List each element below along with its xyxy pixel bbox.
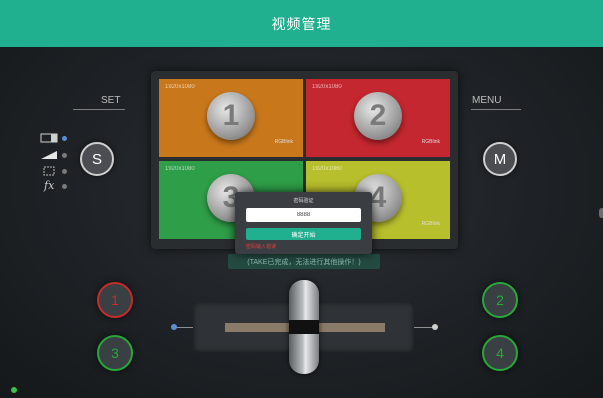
rgblink-logo: RGBlink bbox=[421, 221, 440, 227]
fader-right-connector bbox=[414, 327, 434, 328]
rgblink-logo: RGBlink bbox=[421, 139, 440, 145]
fader-left-connector bbox=[176, 327, 194, 328]
set-button[interactable]: S bbox=[80, 142, 114, 176]
password-dialog: 密码验证 确定开始 密码输入错误 bbox=[235, 192, 372, 254]
set-label: SET bbox=[101, 95, 121, 106]
quadrant-number-badge: 1 bbox=[207, 92, 255, 140]
fx-status-dot bbox=[62, 184, 67, 189]
input-3-button[interactable]: 3 bbox=[97, 335, 133, 371]
quadrant-resolution: 1920x1080 bbox=[312, 84, 342, 90]
menu-divider bbox=[471, 109, 521, 110]
fx-icon[interactable]: fx bbox=[44, 179, 54, 192]
edge-scroll-handle[interactable] bbox=[599, 208, 603, 218]
set-icon-column: fx bbox=[40, 133, 70, 193]
confirm-start-button[interactable]: 确定开始 bbox=[246, 228, 361, 240]
layout-status-dot bbox=[62, 136, 67, 141]
connection-status-dot bbox=[11, 387, 17, 393]
app-header: 视频管理 bbox=[0, 0, 603, 47]
crop-status-dot bbox=[62, 169, 67, 174]
input-4-button[interactable]: 4 bbox=[482, 335, 518, 371]
quadrant-resolution: 1920x1080 bbox=[165, 84, 195, 90]
rgblink-logo: RGBlink bbox=[274, 139, 293, 145]
take-complete-notice: (TAKE已完成，无法进行其他操作！) bbox=[228, 254, 380, 269]
quadrant-resolution: 1920x1080 bbox=[312, 166, 342, 172]
layout-icon[interactable] bbox=[40, 133, 58, 143]
password-error-text: 密码输入错误 bbox=[246, 244, 277, 250]
quadrant-number-badge: 2 bbox=[354, 92, 402, 140]
dialog-title: 密码验证 bbox=[293, 198, 314, 204]
menu-button-label: M bbox=[493, 150, 507, 168]
set-button-label: S bbox=[91, 150, 102, 168]
volume-ramp-icon[interactable] bbox=[40, 150, 58, 160]
menu-button[interactable]: M bbox=[483, 142, 517, 176]
quadrant-resolution: 1920x1080 bbox=[165, 166, 195, 172]
volume-status-dot bbox=[62, 153, 67, 158]
fader-left-node bbox=[171, 324, 177, 330]
crop-icon[interactable] bbox=[42, 165, 56, 177]
set-divider bbox=[73, 109, 125, 110]
quadrant-2[interactable]: 1920x1080 2 RGBlink bbox=[306, 79, 450, 157]
input-2-button[interactable]: 2 bbox=[482, 282, 518, 318]
page-title: 视频管理 bbox=[271, 15, 332, 32]
menu-label: MENU bbox=[472, 95, 502, 106]
quadrant-1[interactable]: 1920x1080 1 RGBlink bbox=[159, 79, 303, 157]
fader-right-node bbox=[432, 324, 438, 330]
t-bar-grip[interactable] bbox=[289, 320, 319, 334]
password-input[interactable] bbox=[246, 208, 361, 222]
input-1-button[interactable]: 1 bbox=[97, 282, 133, 318]
